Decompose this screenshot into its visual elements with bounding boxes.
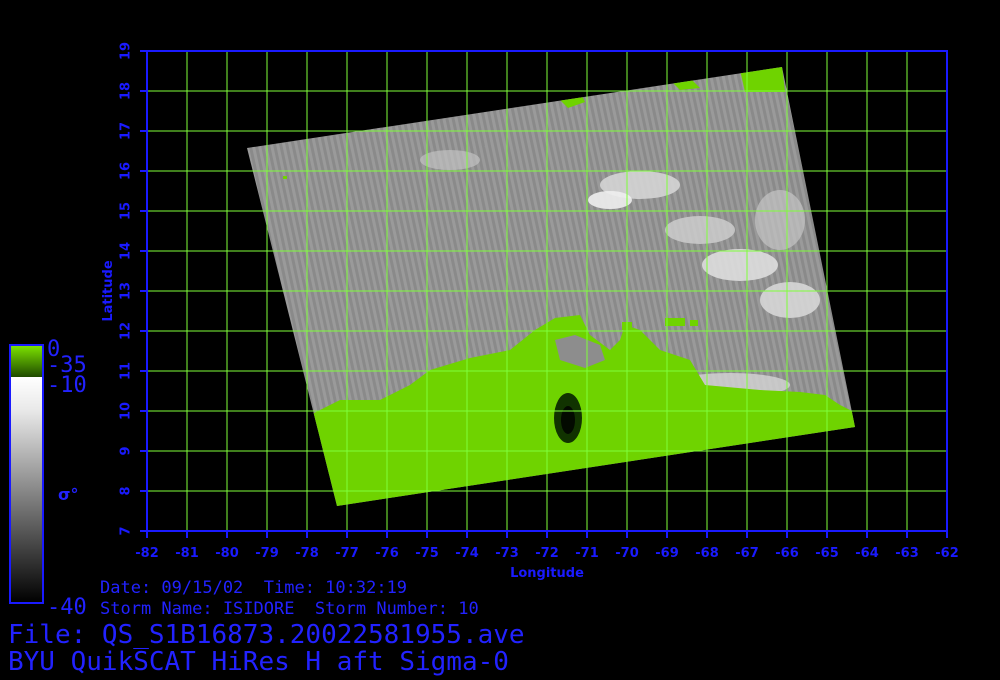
colorbar-scale-bottom: -40: [47, 595, 87, 620]
map-grid: [146, 50, 948, 532]
y-tick-label: 18: [119, 82, 134, 100]
x-tick-label: -71: [575, 546, 599, 561]
x-tick-label: -74: [455, 546, 479, 561]
x-tick-label: -62: [935, 546, 959, 561]
y-tick-label: 15: [119, 202, 134, 220]
y-tick-label: 16: [119, 162, 134, 180]
colorbar: 0 -35 -10 σ° -40: [9, 337, 87, 620]
x-axis-label: Longitude: [510, 566, 584, 581]
colorbar-land-swatch: [10, 345, 43, 377]
colorbar-scale-top: -10: [47, 373, 87, 398]
x-tick-label: -78: [295, 546, 319, 561]
y-axis-label: Latitude: [101, 260, 116, 322]
y-tick-label: 19: [119, 42, 134, 60]
x-tick-label: -81: [175, 546, 199, 561]
y-tick-label: 14: [119, 242, 134, 260]
y-tick-label: 13: [119, 282, 134, 300]
file-line: File: QS_S1B16873.20022581955.ave: [8, 620, 525, 650]
y-tick-label: 17: [119, 122, 134, 140]
x-tick-label: -82: [135, 546, 159, 561]
x-tick-label: -79: [255, 546, 279, 561]
y-tick-label: 10: [119, 402, 134, 420]
colorbar-gradient: [10, 377, 43, 603]
x-tick-label: -73: [495, 546, 519, 561]
y-tick-label: 12: [119, 322, 134, 340]
x-tick-label: -72: [535, 546, 559, 561]
y-tick-label: 9: [119, 446, 134, 455]
x-tick-label: -77: [335, 546, 359, 561]
x-tick-label: -69: [655, 546, 679, 561]
x-tick-label: -80: [215, 546, 239, 561]
x-tick-label: -63: [895, 546, 919, 561]
y-tick-label: 8: [119, 486, 134, 495]
x-tick-label: -75: [415, 546, 439, 561]
product-title: BYU QuikSCAT HiRes H aft Sigma-0: [8, 647, 509, 677]
x-tick-label: -67: [735, 546, 759, 561]
y-tick-label: 11: [119, 362, 134, 380]
x-tick-label: -65: [815, 546, 839, 561]
y-tick-label: 7: [119, 526, 134, 535]
date-time-line: Date: 09/15/02 Time: 10:32:19: [100, 578, 408, 598]
storm-line: Storm Name: ISIDORE Storm Number: 10: [100, 599, 479, 619]
x-tick-label: -76: [375, 546, 399, 561]
x-tick-label: -68: [695, 546, 719, 561]
x-tick-label: -70: [615, 546, 639, 561]
colorbar-symbol: σ°: [58, 485, 78, 504]
x-tick-label: -64: [855, 546, 879, 561]
x-tick-label: -66: [775, 546, 799, 561]
